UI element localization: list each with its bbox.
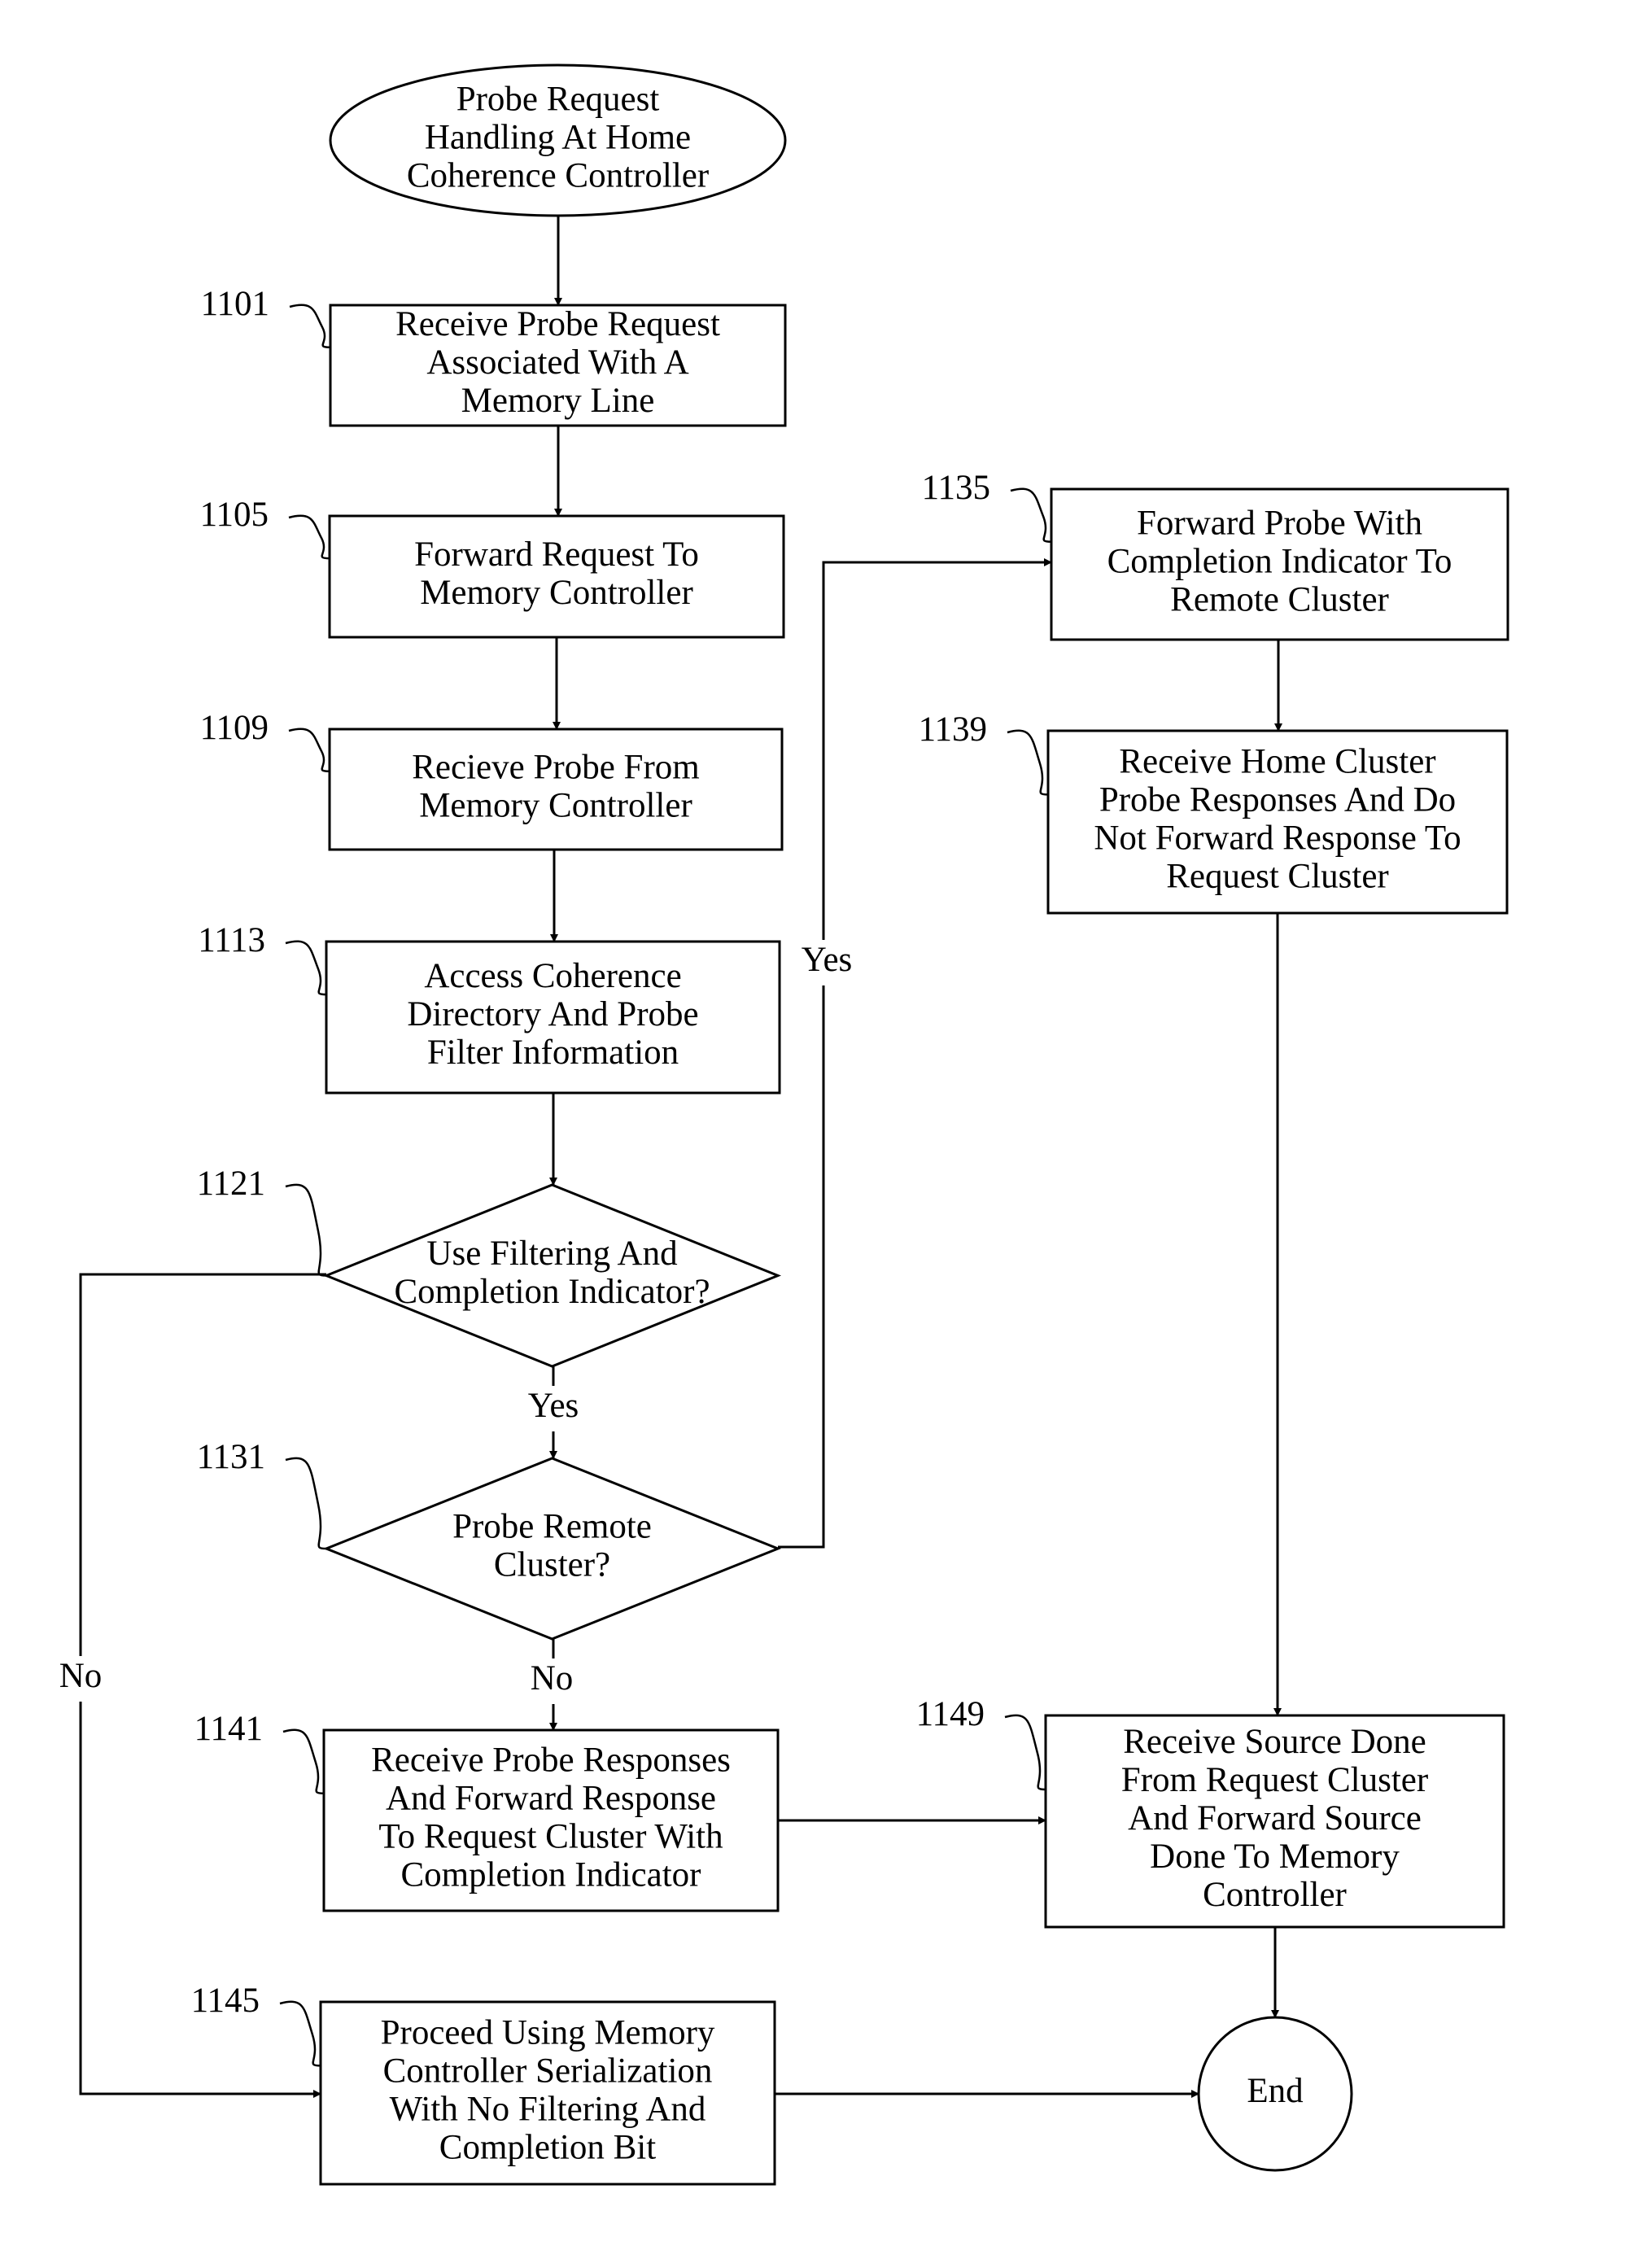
- node-1131: Probe RemoteCluster?: [322, 1457, 782, 1641]
- leader-line: [282, 1728, 325, 1794]
- reference-number: 1135: [922, 469, 990, 507]
- edge-label: No: [531, 1659, 574, 1698]
- node-text-line: Coherence Controller: [407, 156, 709, 194]
- node-text-line: Not Forward Response To: [1094, 819, 1461, 857]
- edge-1121-to-1145: [79, 1273, 326, 2098]
- node-text-line: Receive Home Cluster: [1119, 742, 1435, 780]
- node-1135: Forward Probe WithCompletion Indicator T…: [1050, 487, 1509, 641]
- node-text-line: Controller Serialization: [383, 2052, 713, 2090]
- node-text-line: Controller: [1203, 1876, 1347, 1914]
- node-text-line: And Forward Source: [1128, 1799, 1422, 1838]
- node-1149: Receive Source DoneFrom Request ClusterA…: [1044, 1714, 1505, 1929]
- reference-number: 1109: [200, 709, 269, 747]
- reference-number: 1101: [201, 285, 269, 323]
- node-text-line: Use Filtering And: [426, 1235, 677, 1273]
- node-text-line: Recieve Probe From: [412, 748, 699, 786]
- node-text-line: Memory Controller: [419, 786, 692, 824]
- reference-number: 1121: [197, 1165, 265, 1203]
- node-text-line: Directory And Probe: [407, 995, 698, 1033]
- reference-number: 1105: [200, 496, 269, 534]
- node-1141: Receive Probe ResponsesAnd Forward Respo…: [322, 1728, 780, 1912]
- node-text-line: From Request Cluster: [1121, 1761, 1428, 1799]
- node-text-line: Probe Request: [456, 80, 660, 118]
- node-1105: Forward Request ToMemory Controller: [328, 514, 785, 639]
- node-text-line: Completion Indicator To: [1107, 542, 1452, 580]
- flowchart: Probe RequestHandling At HomeCoherence C…: [48, 63, 1509, 2186]
- node-text-line: Cluster?: [494, 1545, 610, 1584]
- node-text-line: Completion Indicator: [400, 1855, 701, 1894]
- node-end: End: [1197, 2016, 1353, 2172]
- node-text-line: Remote Cluster: [1170, 580, 1389, 618]
- node-text-line: Receive Source Done: [1123, 1723, 1426, 1761]
- node-text-line: Memory Controller: [420, 574, 693, 612]
- node-text-line: Forward Request To: [414, 535, 699, 574]
- reference-number: 1145: [191, 1982, 260, 2020]
- node-text-line: Associated With A: [426, 343, 688, 382]
- leader-line: [288, 728, 330, 773]
- reference-number: 1113: [198, 921, 265, 959]
- leader-line: [1010, 487, 1052, 543]
- leader-line: [288, 514, 330, 560]
- leader-line: [285, 1457, 327, 1550]
- node-1139: Receive Home ClusterProbe Responses And …: [1046, 729, 1509, 915]
- node-text-line: Access Coherence: [424, 957, 681, 995]
- node-text-line: Receive Probe Responses: [371, 1741, 731, 1779]
- node-text-line: Filter Information: [427, 1033, 679, 1072]
- leader-line: [279, 2000, 321, 2067]
- reference-number: 1131: [197, 1438, 265, 1476]
- node-1101: Receive Probe RequestAssociated With AMe…: [329, 304, 787, 427]
- node-text-line: Done To Memory: [1150, 1838, 1400, 1876]
- edge-label: Yes: [802, 941, 853, 979]
- node-start: Probe RequestHandling At HomeCoherence C…: [329, 63, 787, 217]
- node-text-line: Completion Indicator?: [394, 1273, 710, 1311]
- leader-line: [1007, 729, 1049, 796]
- node-1145: Proceed Using MemoryController Serializa…: [319, 2000, 776, 2186]
- node-text-line: Request Cluster: [1166, 857, 1389, 895]
- node-text-line: Receive Probe Request: [395, 305, 720, 343]
- node-text-line: Probe Responses And Do: [1099, 780, 1456, 819]
- reference-number: 1139: [919, 710, 987, 749]
- node-text-line: And Forward Response: [386, 1779, 716, 1817]
- leader-line: [1004, 1714, 1046, 1791]
- node-text-line: Forward Probe With: [1137, 504, 1422, 542]
- node-text-line: To Request Cluster With: [378, 1817, 723, 1855]
- node-text-line: Completion Bit: [439, 2128, 656, 2166]
- reference-number: 1149: [916, 1695, 985, 1733]
- leader-line: [285, 940, 327, 996]
- node-text-line: Probe Remote: [452, 1507, 652, 1545]
- edge-1131-to-1135: [778, 558, 1052, 1549]
- leader-line: [289, 304, 331, 349]
- node-text-line: Memory Line: [461, 382, 655, 420]
- leader-line: [285, 1183, 327, 1277]
- edge-label: Yes: [528, 1387, 579, 1425]
- reference-number: 1141: [194, 1710, 263, 1748]
- node-1113: Access CoherenceDirectory And ProbeFilte…: [325, 940, 781, 1095]
- node-1109: Recieve Probe FromMemory Controller: [328, 728, 784, 851]
- node-text-line: Proceed Using Memory: [381, 2013, 715, 2052]
- node-text-line: Handling At Home: [425, 118, 691, 156]
- edge-label: No: [59, 1657, 103, 1695]
- node-text-line: With No Filtering And: [390, 2090, 706, 2128]
- node-text-line: End: [1247, 2072, 1303, 2110]
- node-1121: Use Filtering AndCompletion Indicator?: [322, 1183, 782, 1368]
